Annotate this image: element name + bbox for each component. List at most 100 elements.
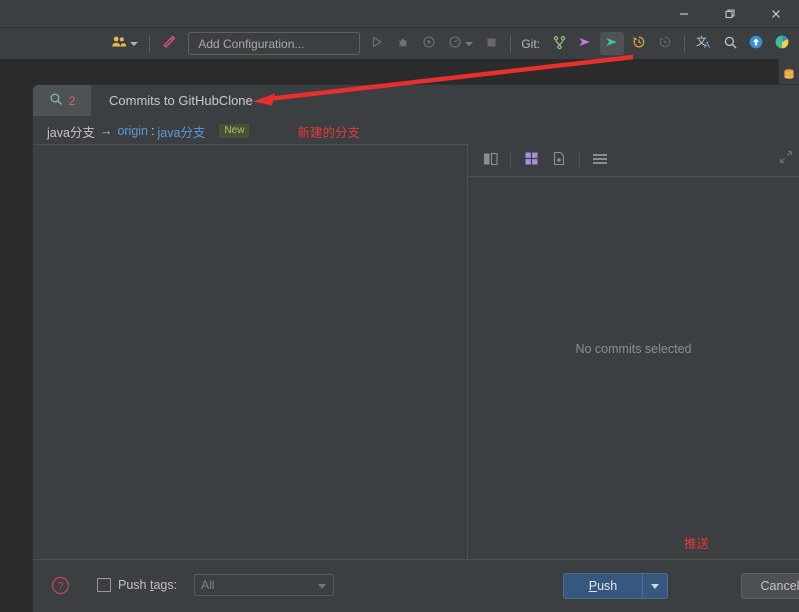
push-tags-value: All bbox=[201, 578, 215, 592]
ide-logo-icon bbox=[774, 34, 790, 53]
push-split-button: Push bbox=[563, 573, 668, 599]
right-toolbar-sep-2 bbox=[579, 152, 580, 168]
dialog-header: 2 Commits to GitHubClone bbox=[33, 85, 799, 118]
file-diff-icon bbox=[552, 151, 566, 169]
upload-icon bbox=[748, 34, 764, 53]
update-project-icon bbox=[577, 34, 593, 53]
branch-arrow-icon: → bbox=[99, 124, 113, 138]
run-configuration-selector[interactable]: Add Configuration... bbox=[188, 32, 361, 55]
push-dropdown-button[interactable] bbox=[642, 573, 668, 599]
search-icon bbox=[49, 92, 63, 109]
debug-icon bbox=[396, 35, 410, 52]
profiler-button[interactable] bbox=[444, 31, 476, 56]
run-with-coverage-button[interactable] bbox=[418, 31, 440, 56]
help-icon: ? bbox=[51, 576, 70, 598]
chevron-down-icon bbox=[318, 584, 327, 589]
stop-button[interactable] bbox=[480, 31, 502, 56]
push-tags-control: Push tags: All bbox=[97, 574, 335, 596]
branch-icon bbox=[552, 35, 567, 53]
close-icon bbox=[770, 8, 782, 20]
expand-collapse-icon bbox=[779, 150, 793, 167]
ide-logo-button[interactable] bbox=[771, 31, 793, 56]
translate-icon: 文 A bbox=[696, 34, 713, 53]
push-button[interactable]: Push bbox=[563, 573, 642, 599]
grid-view-icon bbox=[524, 151, 539, 169]
push-commits-icon bbox=[604, 34, 620, 53]
branch-colon: : bbox=[151, 124, 155, 138]
commit-details-toolbar bbox=[468, 144, 799, 176]
file-diff-button[interactable] bbox=[547, 149, 571, 171]
cancel-button[interactable]: Cancel bbox=[741, 573, 799, 599]
search-everywhere-icon bbox=[723, 35, 738, 53]
new-branch-badge: New bbox=[219, 124, 250, 138]
branch-mapping-row: java分支 → origin : java分支 New 新建的分支 bbox=[33, 118, 799, 144]
push-button-label: Push bbox=[588, 579, 618, 593]
hammer-icon bbox=[161, 34, 177, 53]
dialog-footer: ? Push tags: All Push Cancel bbox=[33, 559, 799, 612]
toolbar-separator-1 bbox=[149, 34, 151, 53]
commits-list-panel[interactable] bbox=[34, 144, 467, 560]
chevron-down-icon bbox=[651, 583, 659, 589]
remote-name-link[interactable]: origin bbox=[117, 124, 148, 138]
users-icon bbox=[111, 35, 127, 52]
side-by-side-viewer-button[interactable] bbox=[478, 149, 502, 171]
annotation-new-branch: 新建的分支 bbox=[297, 125, 360, 140]
ide-main-toolbar: Add Configuration... Git: 文 A bbox=[0, 28, 799, 59]
run-with-coverage-icon bbox=[422, 35, 436, 52]
profiler-icon bbox=[448, 35, 462, 52]
rollback-history-icon bbox=[631, 34, 647, 53]
restore-icon bbox=[724, 8, 736, 20]
dialog-search-button[interactable]: 2 bbox=[33, 85, 91, 116]
push-commits-dialog: 2 Commits to GitHubClone java分支 → origin… bbox=[33, 85, 799, 612]
git-branches-button[interactable] bbox=[548, 31, 570, 56]
push-tags-checkbox[interactable] bbox=[97, 578, 111, 592]
toolbar-separator-2 bbox=[510, 34, 512, 53]
run-icon bbox=[370, 35, 384, 52]
build-button[interactable] bbox=[158, 31, 180, 56]
database-button[interactable] bbox=[781, 67, 797, 86]
commit-details-panel: No commits selected 推送 bbox=[468, 144, 799, 560]
stop-icon bbox=[485, 36, 498, 52]
git-revert-button[interactable] bbox=[654, 31, 676, 56]
git-label-wrap: Git: bbox=[519, 31, 544, 56]
restore-button[interactable] bbox=[707, 0, 753, 27]
list-view-button[interactable] bbox=[588, 149, 612, 171]
right-toolbar-sep-1 bbox=[510, 152, 511, 168]
minimize-button[interactable] bbox=[661, 0, 707, 27]
run-button[interactable] bbox=[366, 31, 388, 56]
debug-button[interactable] bbox=[392, 31, 414, 56]
search-everywhere-button[interactable] bbox=[719, 31, 741, 56]
help-button[interactable]: ? bbox=[51, 576, 70, 598]
dialog-title: Commits to GitHubClone bbox=[109, 93, 253, 108]
users-button[interactable] bbox=[107, 31, 141, 56]
svg-text:?: ? bbox=[57, 581, 63, 593]
annotation-push: 推送 bbox=[683, 537, 709, 551]
svg-text:A: A bbox=[704, 40, 710, 50]
database-icon bbox=[781, 69, 797, 86]
upload-button[interactable] bbox=[745, 31, 767, 56]
ide-title-bar bbox=[0, 0, 799, 28]
git-update-button[interactable] bbox=[574, 31, 596, 56]
minimize-icon bbox=[678, 8, 690, 20]
search-result-count: 2 bbox=[68, 93, 76, 108]
push-tags-label: Push tags: bbox=[118, 578, 178, 592]
revert-icon bbox=[657, 34, 673, 53]
commit-details-content: No commits selected bbox=[468, 176, 799, 560]
run-configuration-label: Add Configuration... bbox=[198, 36, 305, 51]
push-tags-select[interactable]: All bbox=[194, 574, 335, 596]
close-button[interactable] bbox=[753, 0, 799, 27]
expand-collapse-button[interactable] bbox=[779, 150, 793, 167]
profiler-caret-icon bbox=[464, 41, 473, 46]
git-history-button[interactable] bbox=[628, 31, 650, 56]
empty-state-label: No commits selected bbox=[575, 341, 692, 356]
git-label: Git: bbox=[521, 36, 540, 51]
toolbar-separator-3 bbox=[684, 34, 685, 53]
cancel-button-label: Cancel bbox=[760, 579, 799, 593]
git-push-button[interactable] bbox=[600, 32, 624, 55]
grid-view-button[interactable] bbox=[519, 149, 543, 171]
translate-button[interactable]: 文 A bbox=[693, 31, 715, 56]
side-by-side-viewer-icon bbox=[483, 152, 498, 169]
local-branch-label: java分支 bbox=[47, 125, 95, 140]
remote-branch-link[interactable]: java分支 bbox=[158, 122, 206, 141]
users-caret-icon bbox=[129, 41, 138, 46]
